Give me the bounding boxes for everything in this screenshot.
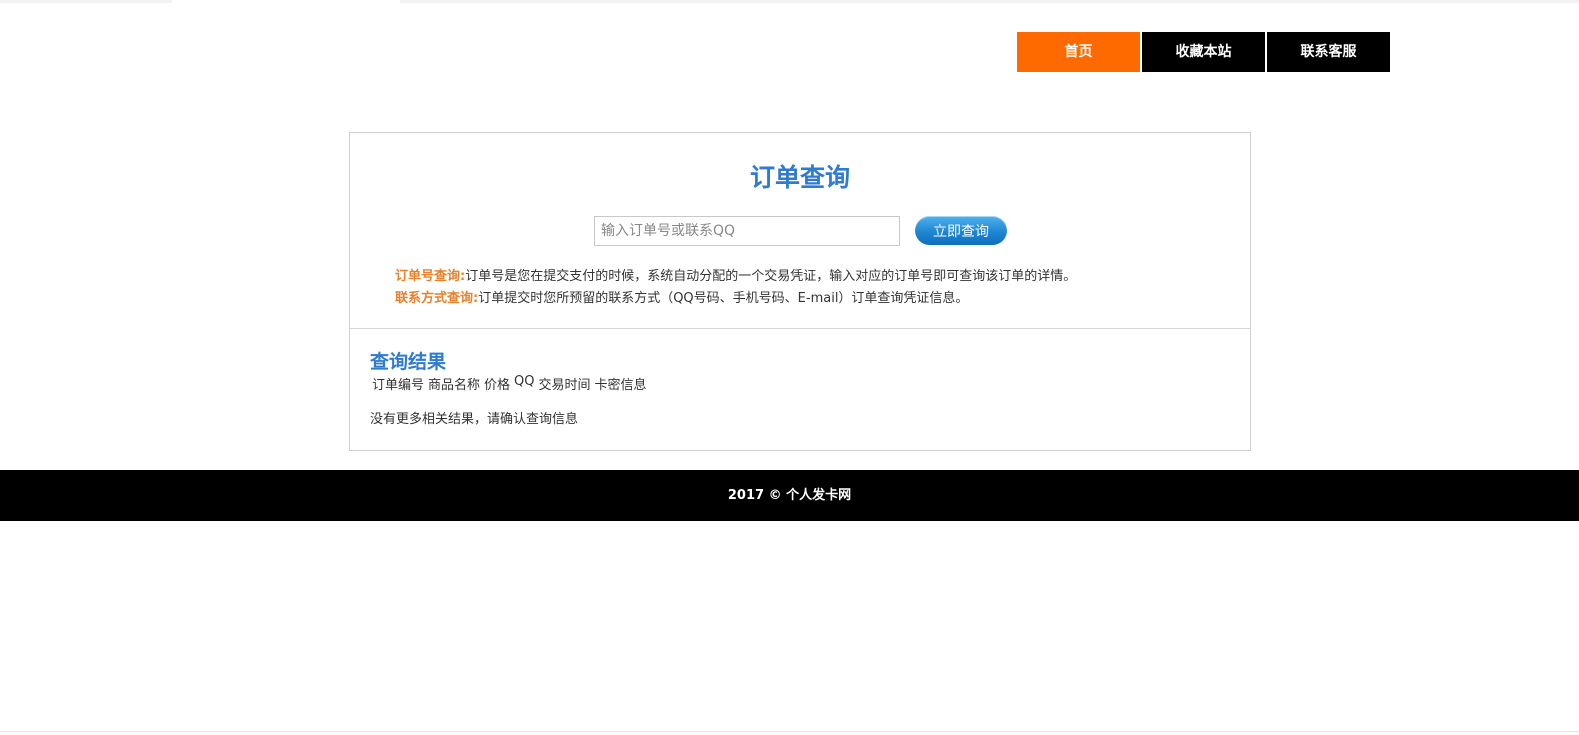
column-header: 卡密信息 [594, 378, 647, 393]
help-line-contact: 联系方式查询:订单提交时您所预留的联系方式（QQ号码、手机号码、E-mail）订… [395, 288, 1076, 310]
help-line-order-number: 订单号查询:订单号是您在提交支付的时候，系统自动分配的一个交易凭证，输入对应的订… [395, 266, 1076, 288]
column-header: 商品名称 [428, 378, 481, 393]
order-search-input[interactable] [594, 216, 900, 246]
column-header: 订单编号 [372, 378, 425, 393]
order-query-panel: 订单查询 立即查询 订单号查询:订单号是您在提交支付的时候，系统自动分配的一个交… [349, 132, 1251, 451]
section-divider [350, 328, 1250, 329]
column-header: 交易时间 [538, 378, 591, 393]
help-description: 订单号是您在提交支付的时候，系统自动分配的一个交易凭证，输入对应的订单号即可查询… [465, 269, 1077, 284]
help-label: 联系方式查询: [395, 291, 479, 306]
column-header: 价格 [484, 378, 511, 393]
results-title: 查询结果 [370, 351, 447, 373]
footer-copyright: 2017 © 个人发卡网 [727, 488, 852, 503]
query-now-button[interactable]: 立即查询 [915, 216, 1007, 245]
help-description: 订单提交时您所预留的联系方式（QQ号码、手机号码、E-mail）订单查询凭证信息… [478, 291, 969, 306]
results-column-headers: 订单编号 商品名称 价格 QQ 交易时间 卡密信息 [372, 374, 647, 393]
query-help-text: 订单号查询:订单号是您在提交支付的时候，系统自动分配的一个交易凭证，输入对应的订… [395, 266, 1076, 310]
bottom-border-line [0, 731, 1579, 732]
help-label: 订单号查询: [395, 269, 466, 284]
top-navigation: 首页 收藏本站 联系客服 [1017, 32, 1392, 72]
empty-results-message: 没有更多相关结果，请确认查询信息 [370, 412, 579, 427]
column-header: QQ [514, 374, 535, 389]
nav-item-contact-support[interactable]: 联系客服 [1267, 32, 1390, 72]
top-border-line [0, 0, 1579, 3]
nav-item-home[interactable]: 首页 [1017, 32, 1140, 72]
top-border-gap [172, 0, 400, 3]
page-title: 订单查询 [749, 163, 850, 192]
nav-item-bookmark-site[interactable]: 收藏本站 [1142, 32, 1265, 72]
footer: 2017 © 个人发卡网 [0, 470, 1579, 521]
